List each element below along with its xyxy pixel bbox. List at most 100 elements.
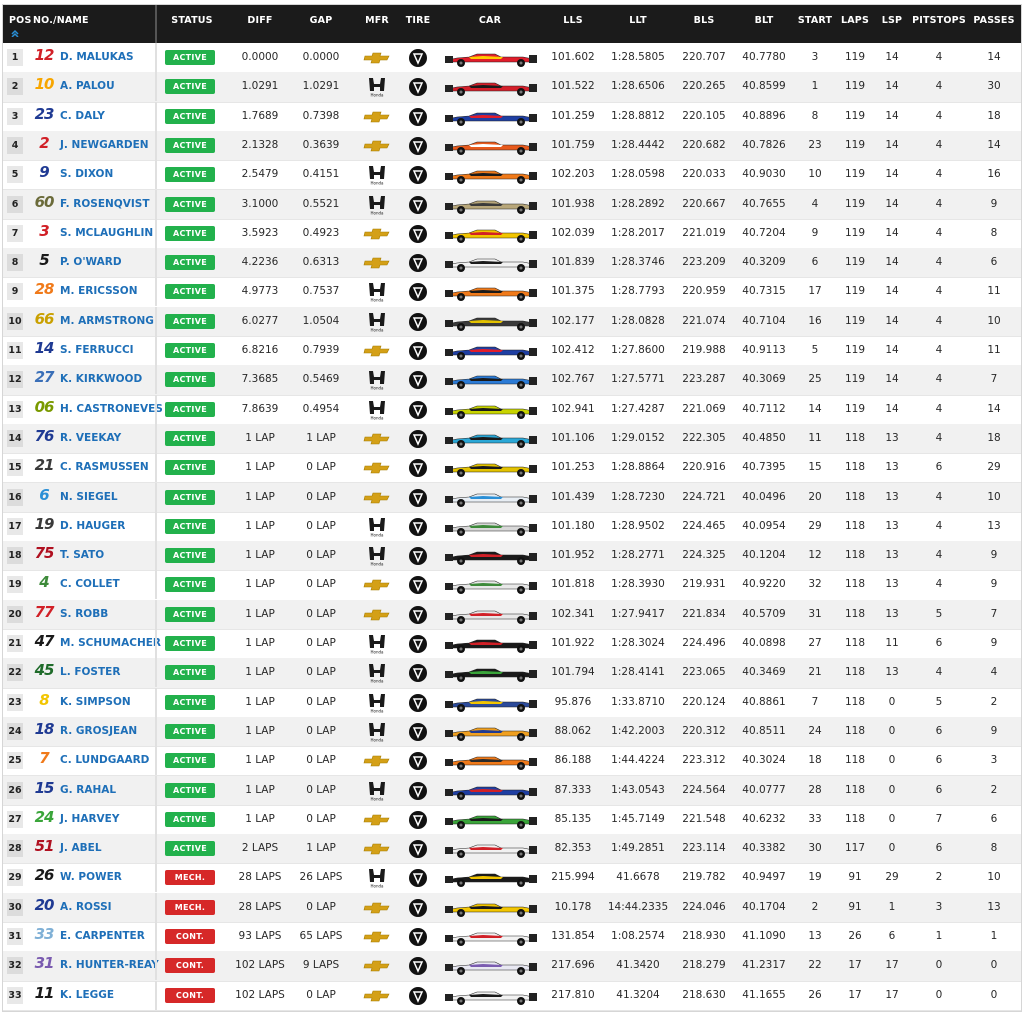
driver-name-link[interactable]: L. FOSTER: [60, 666, 120, 678]
col-mfr-header[interactable]: MFR: [365, 15, 389, 26]
table-row[interactable]: 22 45 L. FOSTER ACTIVE 1 LAP 0 LAP 101.794 1:28…: [3, 658, 1021, 689]
driver-name-link[interactable]: J. NEWGARDEN: [60, 139, 149, 151]
driver-name-link[interactable]: J. ABEL: [60, 842, 102, 854]
status-badge: ACTIVE: [165, 694, 215, 710]
table-row[interactable]: 12 27 K. KIRKWOOD ACTIVE 7.3685 0.5469 102.767…: [3, 365, 1021, 396]
driver-name-link[interactable]: K. KIRKWOOD: [60, 373, 142, 385]
chevrolet-logo-icon: [363, 755, 390, 767]
col-gap-header[interactable]: GAP: [310, 15, 333, 26]
table-row[interactable]: 31 33 E. CARPENTER CONT. 93 LAPS 65 LAPS 131.8…: [3, 922, 1021, 953]
table-row[interactable]: 26 15 G. RAHAL ACTIVE 1 LAP 0 LAP 87.333 1:43.0…: [3, 775, 1021, 806]
table-row[interactable]: 14 76 R. VEEKAY ACTIVE 1 LAP 1 LAP 101.106 1:29…: [3, 423, 1021, 455]
table-row[interactable]: 18 75 T. SATO ACTIVE 1 LAP 0 LAP 101.952 1:28.2…: [3, 541, 1021, 572]
position-cell: 20: [7, 605, 23, 623]
col-lsp-header[interactable]: LSP: [882, 15, 902, 26]
driver-name-link[interactable]: C. DALY: [60, 110, 105, 122]
driver-name-link[interactable]: W. POWER: [60, 871, 122, 883]
driver-name-link[interactable]: R. GROSJEAN: [60, 725, 137, 737]
table-row[interactable]: 16 6 N. SIEGEL ACTIVE 1 LAP 0 LAP 101.439 1:28.…: [3, 482, 1021, 513]
table-row[interactable]: 4 2 J. NEWGARDEN ACTIVE 2.1328 0.3639 101.759 1…: [3, 130, 1021, 162]
driver-name-link[interactable]: S. MCLAUGHLIN: [60, 227, 153, 239]
table-row[interactable]: 32 31 R. HUNTER-REAY CONT. 102 LAPS 9 LAPS 217…: [3, 951, 1021, 982]
driver-name-link[interactable]: M. SCHUMACHER: [60, 637, 161, 649]
col-blt-header[interactable]: BLT: [755, 15, 774, 26]
col-tire-header[interactable]: TIRE: [406, 15, 431, 26]
table-row[interactable]: 13 06 H. CASTRONEVES ACTIVE 7.8639 0.4954 102.…: [3, 394, 1021, 425]
driver-name-link[interactable]: H. CASTRONEVES: [60, 403, 163, 415]
table-row[interactable]: 11 14 S. FERRUCCI ACTIVE 6.8216 0.7939 102.412…: [3, 336, 1021, 367]
table-row[interactable]: 10 66 M. ARMSTRONG ACTIVE 6.0277 1.0504 102.17…: [3, 306, 1021, 337]
driver-name-link[interactable]: K. LEGGE: [60, 989, 114, 1001]
table-row[interactable]: 17 19 D. HAUGER ACTIVE 1 LAP 0 LAP 101.180 1:28…: [3, 511, 1021, 543]
table-row[interactable]: 6 60 F. ROSENQVIST ACTIVE 3.1000 0.5521 101.93…: [3, 189, 1021, 220]
col-diff-header[interactable]: DIFF: [247, 15, 272, 26]
driver-name-link[interactable]: G. RAHAL: [60, 784, 116, 796]
col-car-header[interactable]: CAR: [479, 15, 501, 26]
start-cell: 3: [811, 51, 819, 63]
svg-text:Honda: Honda: [371, 650, 385, 655]
driver-name-link[interactable]: J. HARVEY: [60, 813, 119, 825]
driver-name-link[interactable]: S. DIXON: [60, 168, 113, 180]
driver-name-link[interactable]: A. PALOU: [60, 80, 115, 92]
col-laps-header[interactable]: LAPS: [841, 15, 869, 26]
driver-name-link[interactable]: D. MALUKAS: [60, 51, 134, 63]
table-row[interactable]: 9 28 M. ERICSSON ACTIVE 4.9773 0.7537 101.375 1…: [3, 277, 1021, 308]
table-row[interactable]: 8 5 P. O'WARD ACTIVE 4.2236 0.6313 101.839 1:28…: [3, 248, 1021, 279]
firestone-tire-icon: [409, 459, 427, 478]
table-row[interactable]: 20 77 S. ROBB ACTIVE 1 LAP 0 LAP 102.341 1:27.9…: [3, 599, 1021, 630]
col-passes-header[interactable]: PASSES: [973, 15, 1014, 26]
driver-name-link[interactable]: T. SATO: [60, 549, 104, 561]
table-row[interactable]: 21 47 M. SCHUMACHER ACTIVE 1 LAP 0 LAP 101.922…: [3, 629, 1021, 660]
table-row[interactable]: 24 18 R. GROSJEAN ACTIVE 1 LAP 0 LAP 88.062 1:4…: [3, 716, 1021, 748]
gap-cell: 0.4923: [302, 226, 340, 239]
blt-cell: 40.7315: [742, 285, 786, 298]
table-row[interactable]: 23 8 K. SIMPSON ACTIVE 1 LAP 0 LAP 95.876 1:33.…: [3, 687, 1021, 718]
table-row[interactable]: 15 21 C. RASMUSSEN ACTIVE 1 LAP 0 LAP 101.253 1…: [3, 453, 1021, 484]
col-llt-header[interactable]: LLT: [629, 15, 647, 26]
col-name-header[interactable]: NO./NAME: [33, 15, 89, 26]
driver-name-link[interactable]: C. COLLET: [60, 578, 120, 590]
driver-name-link[interactable]: A. ROSSI: [60, 901, 112, 913]
driver-name-link[interactable]: M. ARMSTRONG: [60, 315, 154, 327]
table-row[interactable]: 33 11 K. LEGGE CONT. 102 LAPS 0 LAP 217.810 41.…: [3, 980, 1021, 1011]
driver-name-link[interactable]: N. SIEGEL: [60, 491, 118, 503]
col-bls-header[interactable]: BLS: [694, 15, 715, 26]
col-status-header[interactable]: STATUS: [171, 15, 212, 26]
driver-name-link[interactable]: C. RASMUSSEN: [60, 461, 149, 473]
passes-cell: 9: [990, 578, 998, 591]
driver-name-link[interactable]: C. LUNDGAARD: [60, 754, 149, 766]
driver-name-link[interactable]: S. FERRUCCI: [60, 344, 134, 356]
col-pos-header[interactable]: POS: [9, 15, 31, 26]
gap-cell: 0 LAP: [306, 754, 336, 767]
table-row[interactable]: 1 12 D. MALUKAS ACTIVE 0.0000 0.0000 101.602 1:…: [3, 43, 1021, 74]
driver-name-link[interactable]: F. ROSENQVIST: [60, 198, 150, 210]
col-pitstops-header[interactable]: PITSTOPS: [912, 15, 966, 26]
table-row[interactable]: 30 20 A. ROSSI MECH. 28 LAPS 0 LAP 10.178 14:44…: [3, 892, 1021, 923]
table-row[interactable]: 3 23 C. DALY ACTIVE 1.7689 0.7398 101.259 1:28.…: [3, 101, 1021, 132]
table-row[interactable]: 2 10 A. PALOU ACTIVE 1.0291 1.0291 101.522 1:28…: [3, 72, 1021, 103]
bls-cell: 219.782: [682, 871, 726, 884]
table-row[interactable]: 27 24 J. HARVEY ACTIVE 1 LAP 0 LAP 85.135 1:45.…: [3, 804, 1021, 836]
lls-cell: 102.203: [551, 168, 595, 181]
driver-name-link[interactable]: S. ROBB: [60, 608, 108, 620]
diff-cell: 1 LAP: [245, 519, 275, 532]
col-lls-header[interactable]: LLS: [563, 15, 583, 26]
pitstops-cell: 3: [935, 900, 943, 913]
table-row[interactable]: 28 51 J. ABEL ACTIVE 2 LAPS 1 LAP 82.353 1:49.2…: [3, 834, 1021, 865]
driver-name-link[interactable]: R. HUNTER-REAY: [60, 959, 159, 971]
table-row[interactable]: 25 7 C. LUNDGAARD ACTIVE 1 LAP 0 LAP 86.188 1:4…: [3, 746, 1021, 777]
table-row[interactable]: 7 3 S. MCLAUGHLIN ACTIVE 3.5923 0.4923 102.039…: [3, 218, 1021, 250]
driver-name-link[interactable]: R. VEEKAY: [60, 432, 121, 444]
blt-cell: 40.7112: [742, 402, 786, 415]
table-row[interactable]: 5 9 S. DIXON ACTIVE 2.5479 0.4151 102.203 1:28.…: [3, 160, 1021, 191]
driver-name-link[interactable]: E. CARPENTER: [60, 930, 145, 942]
table-row[interactable]: 19 4 C. COLLET ACTIVE 1 LAP 0 LAP 101.818 1:28.…: [3, 570, 1021, 601]
driver-name-link[interactable]: K. SIMPSON: [60, 696, 131, 708]
table-row[interactable]: 29 26 W. POWER MECH. 28 LAPS 26 LAPS 215.994 41…: [3, 863, 1021, 894]
driver-name-link[interactable]: M. ERICSSON: [60, 285, 138, 297]
firestone-tire-icon: [409, 371, 427, 390]
col-start-header[interactable]: START: [798, 15, 832, 26]
driver-name-link[interactable]: D. HAUGER: [60, 520, 125, 532]
sort-up-icon[interactable]: [11, 29, 19, 37]
driver-name-link[interactable]: P. O'WARD: [60, 256, 122, 268]
